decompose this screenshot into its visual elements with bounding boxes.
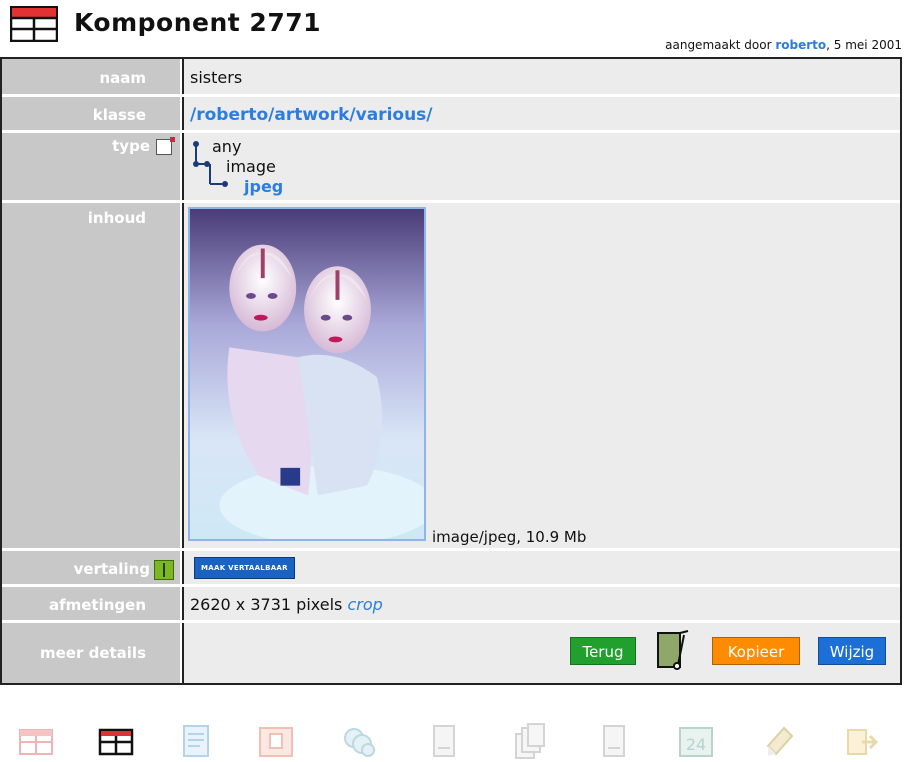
row-naam: naam sisters [2, 59, 900, 97]
trash-icon[interactable] [654, 629, 690, 671]
row-vertaling: vertaling MAAK VERTAALBAAR [2, 551, 900, 587]
page-title: Komponent 2771 [74, 8, 322, 37]
naam-value: sisters [182, 59, 900, 94]
klasse-value: /roberto/artwork/various/ [182, 97, 900, 130]
wijzig-button[interactable]: Wijzig [818, 637, 886, 665]
vertaling-label: vertaling [73, 560, 150, 578]
type-edit-icon[interactable] [156, 136, 175, 155]
klasse-link[interactable]: /roberto/artwork/various/ [184, 105, 433, 125]
dimensions-text: 2620 x 3731 pixels [190, 595, 348, 614]
type-label: type [112, 137, 150, 155]
naam-text: sisters [190, 68, 243, 87]
afmetingen-value: 2620 x 3731 pixels crop [182, 587, 900, 620]
maak-vertaalbaar-button[interactable]: MAAK VERTAALBAAR [194, 557, 295, 579]
translate-icon [154, 559, 174, 580]
table-active-icon[interactable] [96, 722, 136, 762]
row-afmetingen: afmetingen 2620 x 3731 pixels crop [2, 587, 900, 623]
actions-cell: Terug Kopieer Wijzig [182, 623, 900, 683]
row-meer-details: meer details Terug Kopieer Wijzig [2, 623, 900, 683]
author-link[interactable]: roberto [775, 38, 826, 52]
inhoud-value: image/jpeg, 10.9 Mb [182, 203, 900, 548]
exit-icon[interactable] [842, 722, 882, 762]
meer-details-label[interactable]: meer details [2, 623, 180, 683]
type-label-cell: type [2, 133, 180, 200]
naam-label: naam [2, 59, 180, 94]
page-icon[interactable] [594, 722, 634, 762]
component-detail-table: naam sisters klasse /roberto/artwork/var… [0, 57, 902, 685]
terug-button[interactable]: Terug [570, 637, 636, 665]
klasse-label: klasse [2, 97, 180, 130]
row-inhoud: inhoud image/jpeg, 10.9 Mb [2, 203, 900, 551]
inhoud-label: inhoud [2, 203, 180, 548]
image-icon[interactable] [256, 722, 296, 762]
table-app-icon [10, 6, 58, 42]
page-blank-icon[interactable] [424, 722, 464, 762]
image-caption: image/jpeg, 10.9 Mb [432, 528, 587, 546]
crop-link[interactable]: crop [347, 595, 382, 614]
type-value: any image jpeg [182, 133, 900, 200]
type-image[interactable]: image [226, 157, 276, 176]
pencil-icon[interactable] [760, 722, 800, 762]
document-icon[interactable] [176, 722, 216, 762]
page-header: Komponent 2771 aangemaakt door roberto, … [0, 0, 905, 58]
bottom-toolbar: 24 [0, 700, 905, 760]
content-image[interactable] [188, 207, 426, 541]
vertaling-value: MAAK VERTAALBAAR [182, 551, 900, 584]
table-light-icon[interactable] [16, 722, 56, 762]
afmetingen-label: afmetingen [2, 587, 180, 620]
kopieer-button[interactable]: Kopieer [712, 637, 800, 665]
copy-pages-icon[interactable] [510, 722, 550, 762]
row-type: type any image jpeg [2, 133, 900, 203]
type-any[interactable]: any [212, 137, 241, 156]
vertaling-label-cell: vertaling [2, 551, 180, 584]
created-date: , 5 mei 2001 [826, 38, 902, 52]
calendar-24-icon[interactable]: 24 [676, 722, 716, 762]
type-jpeg[interactable]: jpeg [244, 177, 283, 196]
svg-text:24: 24 [686, 735, 706, 754]
row-klasse: klasse /roberto/artwork/various/ [2, 97, 900, 133]
disks-icon[interactable] [340, 722, 380, 762]
created-by-info: aangemaakt door roberto, 5 mei 2001 [665, 38, 902, 52]
created-by-label: aangemaakt door [665, 38, 776, 52]
type-tree: any image jpeg [190, 137, 390, 199]
